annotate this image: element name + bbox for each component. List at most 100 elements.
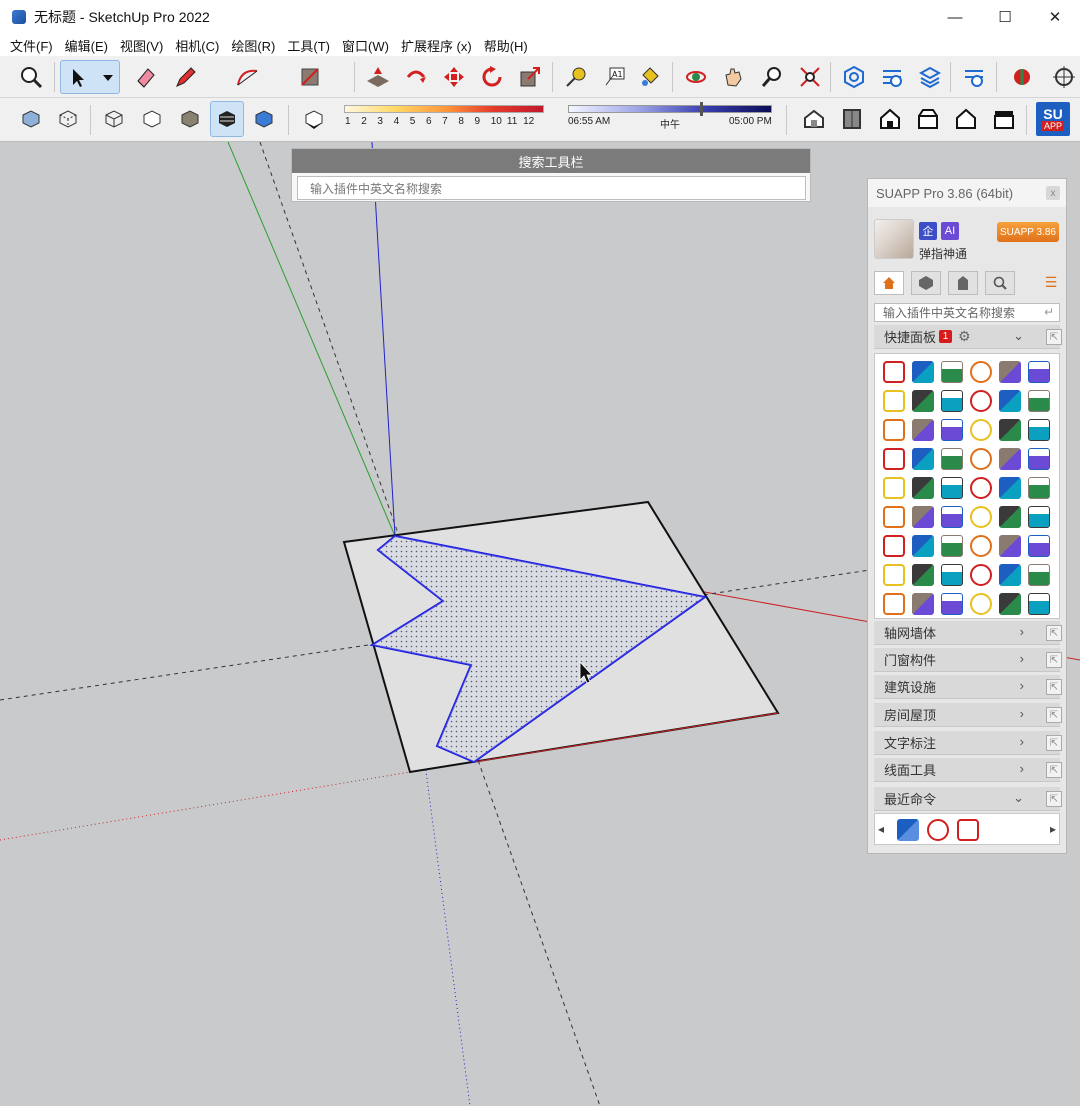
popout-icon[interactable]: ⇱ (1046, 329, 1062, 345)
plugin-tool-icon[interactable] (941, 361, 963, 383)
minimize-button[interactable]: — (930, 0, 980, 34)
move-icon[interactable] (438, 61, 470, 93)
plugin-tool-icon[interactable] (970, 448, 992, 470)
plugin-tool-icon[interactable] (912, 419, 934, 441)
zoom-tool-icon[interactable] (756, 61, 788, 93)
plugin-tool-icon[interactable] (970, 593, 992, 615)
top-view-icon[interactable] (836, 103, 868, 135)
popout-icon[interactable]: ⇱ (1046, 762, 1062, 778)
menu-edit[interactable]: 编辑(E) (61, 36, 112, 55)
menu-view[interactable]: 视图(V) (116, 36, 167, 55)
monochrome-style-icon[interactable] (248, 103, 280, 135)
quick-panel-header[interactable]: 快捷面板 1 ⚙ ⌄ ⇱ (874, 325, 1062, 349)
menu-camera[interactable]: 相机(C) (171, 36, 223, 55)
pan-hand-icon[interactable] (718, 61, 750, 93)
plugin-tool-icon[interactable] (883, 361, 905, 383)
tab-components[interactable] (911, 271, 941, 295)
enter-icon[interactable]: ↵ (1044, 305, 1054, 319)
plugin-tool-icon[interactable] (941, 593, 963, 615)
tab-home[interactable] (874, 271, 904, 295)
plugin-tool-icon[interactable] (883, 390, 905, 412)
plugin-tool-icon[interactable] (941, 535, 963, 557)
zoom-extents-icon[interactable] (794, 61, 826, 93)
shaded-textures-style-icon[interactable] (210, 101, 244, 137)
plugin-tool-icon[interactable] (912, 477, 934, 499)
select-tool-button[interactable] (60, 60, 120, 94)
back-edges-style-icon[interactable] (52, 103, 84, 135)
plugin-tool-icon[interactable] (1028, 506, 1050, 528)
plugin-tool-icon[interactable] (912, 535, 934, 557)
extension-warehouse-icon[interactable] (876, 61, 908, 93)
layers-stack-icon[interactable] (914, 61, 946, 93)
position-camera-icon[interactable] (1048, 61, 1080, 93)
push-pull-icon[interactable] (362, 61, 394, 93)
select-dropdown-arrow[interactable] (103, 75, 113, 81)
plugin-tool-icon[interactable] (999, 448, 1021, 470)
plugin-tool-icon[interactable] (1028, 390, 1050, 412)
extension-manager-icon[interactable] (958, 61, 990, 93)
suapp-launcher-button[interactable]: SU APP (1036, 102, 1070, 136)
avatar[interactable] (874, 219, 914, 259)
scroll-left-icon[interactable]: ◂ (878, 822, 884, 836)
plugin-tool-icon[interactable] (999, 593, 1021, 615)
plugin-tool-icon[interactable] (999, 361, 1021, 383)
plugin-tool-icon[interactable] (883, 477, 905, 499)
scroll-right-icon[interactable]: ▸ (1050, 822, 1056, 836)
menu-tools[interactable]: 工具(T) (283, 36, 334, 55)
plugin-tool-icon[interactable] (941, 477, 963, 499)
plugin-tool-icon[interactable] (912, 506, 934, 528)
plugin-tool-icon[interactable] (999, 535, 1021, 557)
plugin-tool-icon[interactable] (1028, 419, 1050, 441)
plugin-tool-icon[interactable] (999, 506, 1021, 528)
plugin-tool-icon[interactable] (912, 361, 934, 383)
scale-icon[interactable] (514, 61, 546, 93)
paint-bucket-icon[interactable] (634, 61, 666, 93)
recent-commands-header[interactable]: 最近命令 ⌄ ⇱ (874, 787, 1062, 811)
chevron-down-icon[interactable]: ⌄ (1013, 790, 1024, 806)
shadows-toggle-icon[interactable] (298, 103, 330, 135)
plugin-tool-icon[interactable] (941, 390, 963, 412)
maximize-button[interactable]: ☐ (980, 0, 1030, 34)
popout-icon[interactable]: ⇱ (1046, 652, 1062, 668)
menu-extensions[interactable]: 扩展程序 (x) (397, 36, 476, 55)
plugin-tool-icon[interactable] (883, 564, 905, 586)
tab-materials[interactable] (948, 271, 978, 295)
suapp-search-input[interactable]: 输入插件中英文名称搜索 ↵ (874, 303, 1060, 322)
recent-command-icon[interactable] (897, 819, 919, 841)
iso-view-icon[interactable] (798, 103, 830, 135)
menu-draw[interactable]: 绘图(R) (227, 36, 279, 55)
xray-style-icon[interactable] (15, 103, 47, 135)
plugin-tool-icon[interactable] (970, 506, 992, 528)
plugin-tool-icon[interactable] (970, 535, 992, 557)
section-plane-icon[interactable] (1006, 61, 1038, 93)
category-text-annotation[interactable]: 文字标注 › ⇱ (874, 731, 1062, 755)
category-line-face-tools[interactable]: 线面工具 › ⇱ (874, 758, 1062, 782)
time-slider-thumb[interactable] (700, 102, 703, 116)
rectangle-icon[interactable] (294, 61, 326, 93)
back-view-icon[interactable] (950, 103, 982, 135)
category-axis-walls[interactable]: 轴网墙体 › ⇱ (874, 621, 1062, 645)
plugin-tool-icon[interactable] (999, 564, 1021, 586)
shadow-date-slider[interactable] (344, 105, 544, 113)
plugin-tool-icon[interactable] (1028, 448, 1050, 470)
tape-measure-icon[interactable] (560, 61, 592, 93)
follow-me-icon[interactable] (400, 61, 432, 93)
plugin-tool-icon[interactable] (1028, 361, 1050, 383)
plugin-tool-icon[interactable] (970, 361, 992, 383)
plugin-tool-icon[interactable] (941, 419, 963, 441)
hidden-line-style-icon[interactable] (136, 103, 168, 135)
plugin-tool-icon[interactable] (941, 448, 963, 470)
pencil-icon[interactable] (170, 61, 202, 93)
right-view-icon[interactable] (912, 103, 944, 135)
recent-command-icon[interactable] (927, 819, 949, 841)
arc-icon[interactable] (232, 61, 264, 93)
suapp-header[interactable]: SUAPP Pro 3.86 (64bit) (868, 179, 1066, 207)
plugin-tool-icon[interactable] (970, 419, 992, 441)
shaded-style-icon[interactable] (174, 103, 206, 135)
plugin-tool-icon[interactable] (883, 593, 905, 615)
plugin-tool-icon[interactable] (970, 477, 992, 499)
plugin-tool-icon[interactable] (1028, 535, 1050, 557)
warehouse-icon[interactable] (838, 61, 870, 93)
eraser-icon[interactable] (130, 61, 162, 93)
plugin-tool-icon[interactable] (970, 390, 992, 412)
